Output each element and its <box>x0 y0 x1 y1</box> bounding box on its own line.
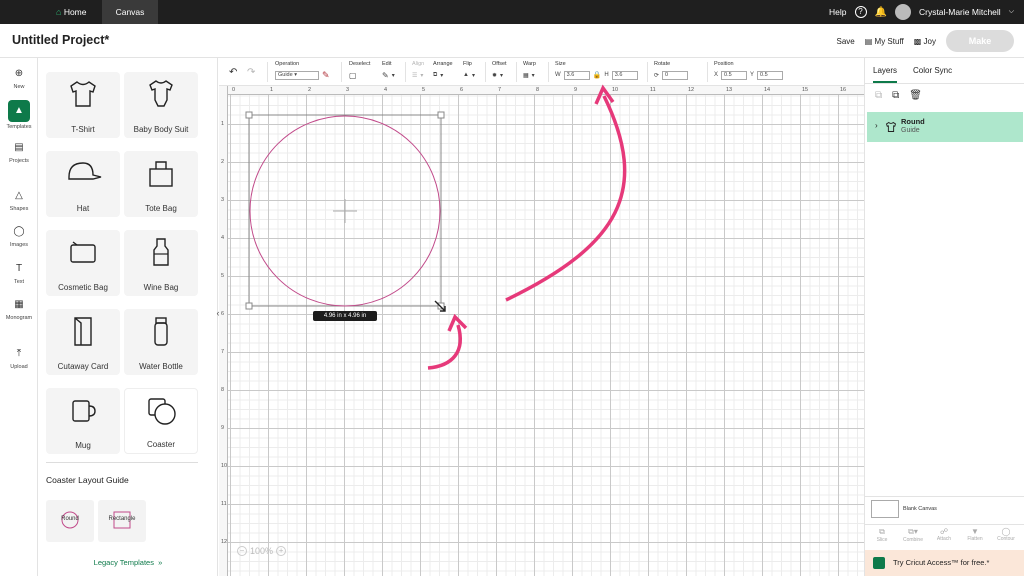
duplicate-icon[interactable]: ⧉ <box>892 90 899 101</box>
resize-handle[interactable] <box>437 302 445 310</box>
flatten-button[interactable]: ▼ Flatten <box>960 527 990 542</box>
trash-icon[interactable]: 🗑 <box>909 90 922 101</box>
attach-icon: ☍ <box>939 527 949 536</box>
combine-button[interactable]: ⧉▾ Combine <box>898 527 928 543</box>
layer-name: Round <box>901 117 925 126</box>
slice-icon: ⧉ <box>879 527 885 536</box>
combine-label: Combine <box>902 537 923 543</box>
zoom-out-icon[interactable]: − <box>237 546 247 556</box>
tab-layers[interactable]: Layers <box>873 66 898 83</box>
resize-handle[interactable] <box>245 302 253 310</box>
cricut-access-icon <box>873 557 885 569</box>
attach-button[interactable]: ☍ Attach <box>929 527 959 542</box>
layers-panel: Layers Color Sync ⧉ ⧉ 🗑 › Round Guide Bl… <box>864 58 1024 576</box>
dimension-label: 4.96 in x 4.96 in <box>313 311 377 321</box>
attach-label: Attach <box>936 536 952 542</box>
canvas-swatch[interactable] <box>871 500 899 518</box>
layer-operation: Guide <box>901 127 920 134</box>
access-label: Try Cricut Access™ for free.* <box>893 558 990 567</box>
blank-canvas-label: Blank Canvas <box>903 506 937 512</box>
annotation-arrow <box>427 324 462 370</box>
zoom-in-icon[interactable]: + <box>276 546 287 556</box>
flatten-icon: ▼ <box>971 527 979 536</box>
blank-canvas-row[interactable]: Blank Canvas <box>865 496 1024 522</box>
contour-label: Contour <box>997 536 1015 542</box>
flatten-label: Flatten <box>967 536 983 542</box>
panel-tabs: Layers Color Sync <box>865 58 1024 84</box>
shirt-icon <box>885 121 897 132</box>
layer-actions: ⧉ ⧉ 🗑 <box>875 90 922 101</box>
slice-button[interactable]: ⧉ Slice <box>867 527 897 543</box>
combine-actions: ⧉ Slice ⧉▾ Combine ☍ Attach ▼ Flatten ◯ Conto… <box>865 524 1024 546</box>
resize-handle[interactable] <box>245 111 253 119</box>
tab-color-sync[interactable]: Color Sync <box>913 66 952 75</box>
slice-label: Slice <box>876 537 888 543</box>
zoom-level: 100% <box>250 546 274 556</box>
combine-icon: ⧉▾ <box>908 527 918 536</box>
contour-icon: ◯ <box>1001 527 1011 536</box>
contour-button[interactable]: ◯ Contour <box>991 527 1021 542</box>
cricut-access-banner[interactable]: Try Cricut Access™ for free.* <box>865 550 1024 576</box>
chevron-right-icon[interactable]: › <box>875 121 878 130</box>
zoom-control: − 100% + <box>237 546 287 556</box>
resize-handle[interactable] <box>437 111 445 119</box>
ungroup-icon[interactable]: ⧉ <box>875 90 882 101</box>
annotation-arrow <box>505 95 627 302</box>
layer-item-round[interactable]: › Round Guide <box>867 112 1023 142</box>
